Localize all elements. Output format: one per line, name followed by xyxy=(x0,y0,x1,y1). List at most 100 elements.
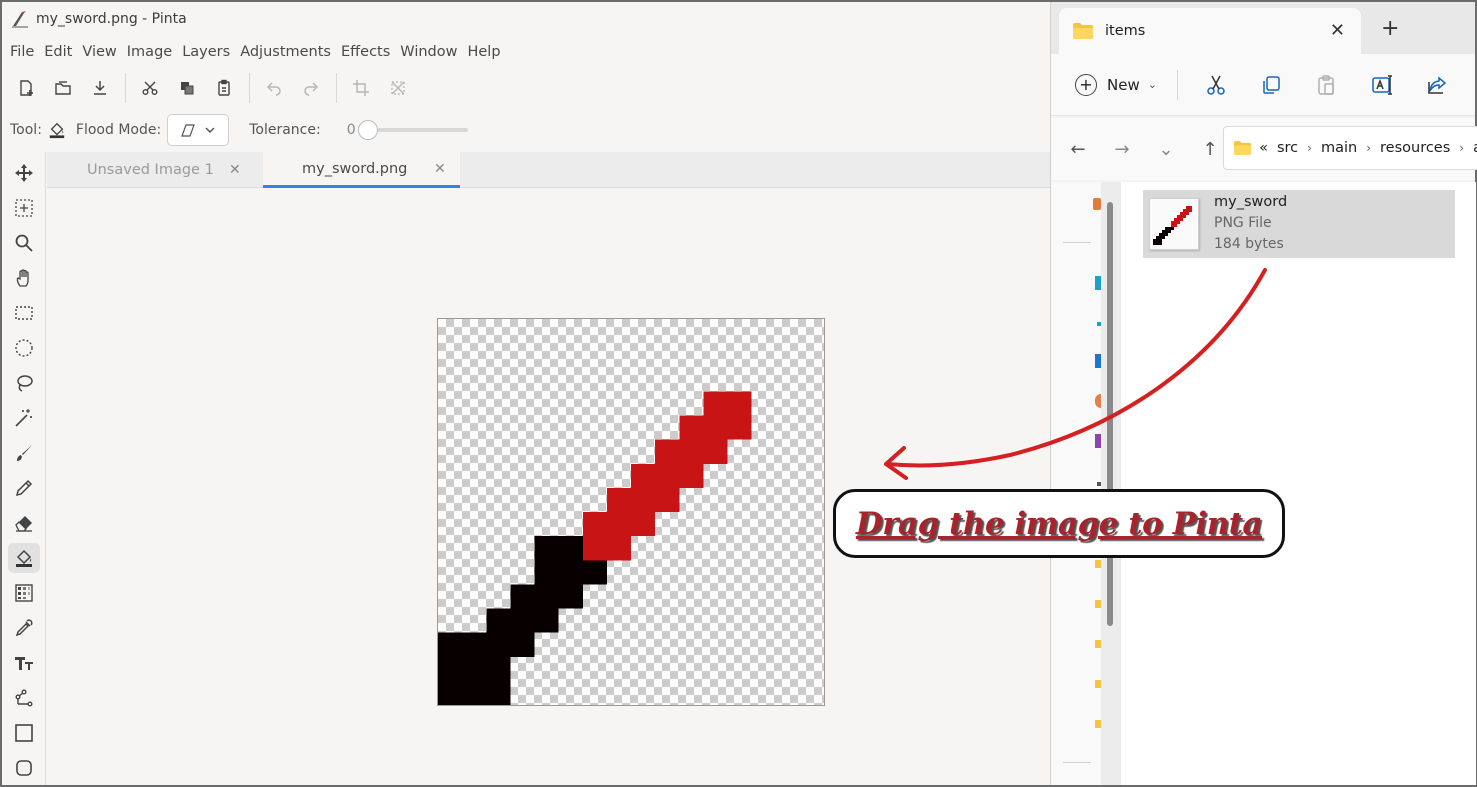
explorer-tab-items[interactable]: items ✕ xyxy=(1059,8,1361,54)
undo-button[interactable] xyxy=(260,74,288,102)
tab-label: my_sword.png xyxy=(302,160,408,177)
tool-magic-wand[interactable] xyxy=(8,403,40,433)
menu-adjustments[interactable]: Adjustments xyxy=(240,44,331,60)
tool-lasso[interactable] xyxy=(8,368,40,398)
menu-edit[interactable]: Edit xyxy=(44,44,72,60)
close-icon[interactable]: ✕ xyxy=(1330,20,1345,41)
tool-paintbrush[interactable] xyxy=(8,438,40,468)
breadcrumb-src[interactable]: src xyxy=(1277,140,1298,156)
forward-arrow-icon[interactable]: → xyxy=(1109,134,1135,164)
address-bar[interactable]: « src › main › resources › a xyxy=(1223,126,1477,170)
tool-rectangle-select[interactable] xyxy=(8,298,40,328)
menu-bar: File Edit View Image Layers Adjustments … xyxy=(2,38,511,66)
tool-move-selected[interactable] xyxy=(8,193,40,223)
new-button-label: New xyxy=(1107,75,1140,94)
main-toolbar xyxy=(2,66,1050,110)
tool-zoom[interactable] xyxy=(8,228,40,258)
text-icon xyxy=(15,657,33,670)
canvas-workspace xyxy=(47,189,1050,785)
nav-divider xyxy=(1063,762,1091,763)
pinta-window: my_sword.png - Pinta File Edit View Imag… xyxy=(2,2,1050,785)
save-icon xyxy=(94,81,106,95)
cut-icon xyxy=(1206,75,1225,95)
up-arrow-icon[interactable]: ↑ xyxy=(1197,134,1223,164)
scrollbar-thumb[interactable] xyxy=(1107,202,1113,626)
tools-palette xyxy=(2,152,46,785)
tolerance-slider[interactable] xyxy=(357,120,468,140)
breadcrumb-chevron-icon: › xyxy=(1366,141,1372,155)
menu-image[interactable]: Image xyxy=(127,44,172,60)
close-icon[interactable]: ✕ xyxy=(229,162,241,178)
open-button[interactable] xyxy=(49,74,77,102)
open-icon xyxy=(55,81,71,95)
menu-file[interactable]: File xyxy=(10,44,34,60)
redo-button[interactable] xyxy=(297,74,325,102)
image-canvas[interactable] xyxy=(437,318,825,706)
tool-rectangle[interactable] xyxy=(8,718,40,748)
file-item-my-sword[interactable]: my_sword PNG File 184 bytes xyxy=(1143,190,1455,258)
tab-my-sword-png[interactable]: my_sword.png ✕ xyxy=(263,152,460,188)
paint-bucket-icon xyxy=(49,122,65,139)
explorer-nav-bar: ← → ⌄ ↑ « src › main › resources › a xyxy=(1051,118,1477,180)
move-selection-icon xyxy=(15,164,33,182)
home-icon[interactable] xyxy=(1093,198,1101,210)
menu-help[interactable]: Help xyxy=(467,44,500,60)
share-button[interactable] xyxy=(1420,69,1455,101)
pencil-icon xyxy=(15,479,33,497)
crop-icon xyxy=(353,80,369,96)
tool-ellipse-select[interactable] xyxy=(8,333,40,363)
close-icon[interactable]: ✕ xyxy=(434,161,446,177)
sword-pixel-art xyxy=(438,391,752,705)
new-tab-plus-icon[interactable]: + xyxy=(1381,16,1399,41)
new-image-button[interactable] xyxy=(12,74,40,102)
tool-pan[interactable] xyxy=(8,263,40,293)
menu-layers[interactable]: Layers xyxy=(182,44,230,60)
recent-chevron-icon[interactable]: ⌄ xyxy=(1153,134,1179,164)
tool-line-curve[interactable] xyxy=(8,683,40,713)
tool-color-picker[interactable] xyxy=(8,613,40,643)
breadcrumb-truncated[interactable]: a xyxy=(1473,140,1477,156)
back-arrow-icon[interactable]: ← xyxy=(1065,134,1091,164)
tool-eraser[interactable] xyxy=(8,508,40,538)
tool-gradient[interactable] xyxy=(8,578,40,608)
new-button[interactable]: + New ⌄ xyxy=(1075,73,1157,96)
tool-pencil[interactable] xyxy=(8,473,40,503)
breadcrumb-overflow[interactable]: « xyxy=(1259,140,1268,156)
navigation-scrollbar[interactable] xyxy=(1101,182,1121,785)
crop-button[interactable] xyxy=(347,74,375,102)
rename-icon xyxy=(1372,74,1392,95)
folder-icon xyxy=(1073,23,1093,39)
explorer-tab-bar: items ✕ + xyxy=(1051,2,1475,54)
paste-button[interactable] xyxy=(1309,69,1344,101)
deselect-button[interactable] xyxy=(384,74,412,102)
sword-thumbnail-icon xyxy=(1153,206,1192,245)
slider-knob[interactable] xyxy=(357,120,378,140)
tool-paint-bucket[interactable] xyxy=(8,543,40,573)
breadcrumb-main[interactable]: main xyxy=(1321,140,1357,156)
tool-rounded-rectangle[interactable] xyxy=(8,753,40,783)
magic-wand-icon xyxy=(15,409,32,427)
cut-button[interactable] xyxy=(1198,69,1233,101)
flood-mode-dropdown[interactable] xyxy=(167,114,230,146)
paintbrush-icon xyxy=(17,445,32,461)
tab-unsaved-image-1[interactable]: Unsaved Image 1 ✕ xyxy=(47,152,261,188)
document-tabs: Unsaved Image 1 ✕ my_sword.png ✕ xyxy=(47,152,1050,188)
menu-effects[interactable]: Effects xyxy=(341,44,390,60)
paste-button[interactable] xyxy=(210,74,238,102)
tool-move-selection[interactable] xyxy=(8,158,40,188)
copy-button[interactable] xyxy=(173,74,201,102)
rename-button[interactable] xyxy=(1364,69,1399,101)
breadcrumb-resources[interactable]: resources xyxy=(1380,140,1450,156)
save-button[interactable] xyxy=(86,74,114,102)
breadcrumb-chevron-icon: › xyxy=(1307,141,1312,155)
file-size: 184 bytes xyxy=(1214,236,1284,252)
copy-button[interactable] xyxy=(1253,69,1288,101)
cut-button[interactable] xyxy=(136,74,164,102)
redo-icon xyxy=(304,82,319,96)
chevron-down-icon: ⌄ xyxy=(1147,78,1157,91)
menu-view[interactable]: View xyxy=(82,44,116,60)
tool-text[interactable] xyxy=(8,648,40,678)
gradient-icon xyxy=(15,584,33,602)
color-picker-icon xyxy=(15,619,33,637)
menu-window[interactable]: Window xyxy=(400,44,457,60)
